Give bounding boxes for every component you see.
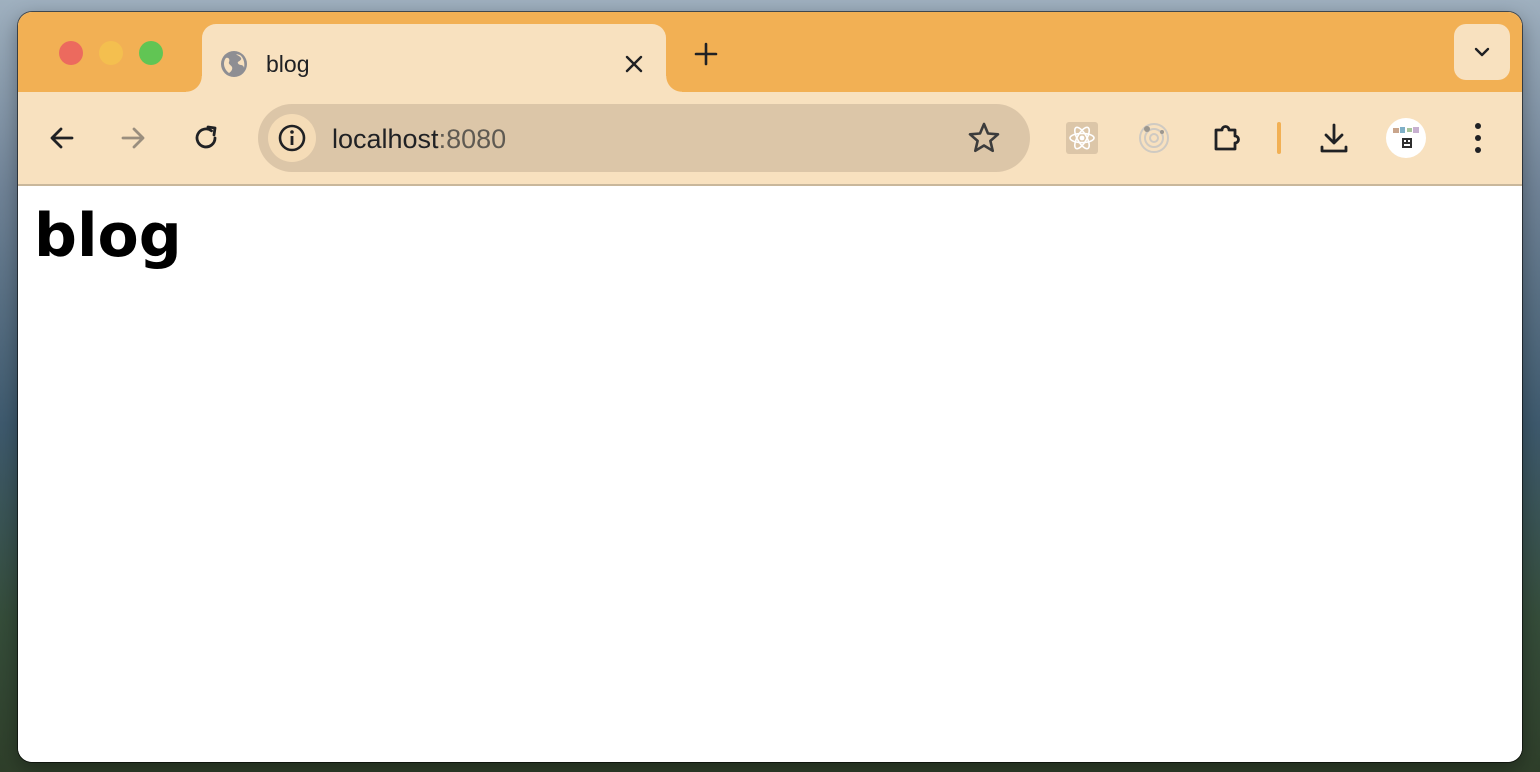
info-icon — [278, 124, 306, 152]
url-host: localhost — [332, 124, 439, 154]
browser-window: blog localhost:8080 blog — [18, 12, 1522, 762]
reload-button[interactable] — [182, 114, 230, 162]
arrow-right-icon — [121, 127, 145, 149]
chevron-down-icon — [1474, 47, 1490, 57]
react-devtools-extension[interactable] — [1058, 114, 1106, 162]
window-minimize-button[interactable] — [99, 41, 123, 65]
globe-icon — [220, 50, 248, 78]
url-text[interactable]: localhost:8080 — [332, 124, 506, 154]
extensions-button[interactable] — [1203, 114, 1251, 162]
browser-menu-button[interactable] — [1454, 114, 1502, 162]
page-heading: blog — [34, 201, 182, 271]
radar-extension[interactable] — [1130, 114, 1178, 162]
page-content: blog — [18, 186, 1522, 762]
new-tab-button[interactable] — [688, 36, 724, 72]
address-bar[interactable]: localhost:8080 — [258, 104, 1030, 172]
tab-blog[interactable]: blog — [186, 24, 682, 92]
browser-toolbar: localhost:8080 — [18, 92, 1522, 186]
puzzle-piece-icon — [1214, 125, 1240, 151]
downloads-button[interactable] — [1310, 114, 1358, 162]
react-devtools-icon — [1066, 122, 1098, 154]
bookmark-star-button[interactable] — [966, 120, 1002, 156]
back-button[interactable] — [38, 114, 86, 162]
url-port: :8080 — [438, 124, 507, 154]
tab-search-button[interactable] — [1454, 24, 1510, 80]
kebab-menu-icon — [1475, 123, 1481, 153]
tab-title: blog — [266, 51, 310, 77]
window-close-button[interactable] — [59, 41, 83, 65]
avatar — [1386, 118, 1426, 158]
tab-close-icon[interactable] — [620, 50, 648, 78]
site-info-button[interactable] — [268, 114, 316, 162]
arrow-left-icon — [50, 127, 74, 149]
toolbar-separator — [1277, 122, 1281, 154]
forward-button[interactable] — [109, 114, 157, 162]
tab-strip: blog — [18, 12, 1522, 92]
download-icon — [1320, 123, 1348, 153]
star-icon — [968, 122, 1000, 153]
radar-extension-icon — [1139, 123, 1169, 153]
window-maximize-button[interactable] — [139, 41, 163, 65]
reload-icon — [195, 125, 217, 149]
plus-icon — [694, 42, 718, 66]
profile-button[interactable] — [1382, 114, 1430, 162]
